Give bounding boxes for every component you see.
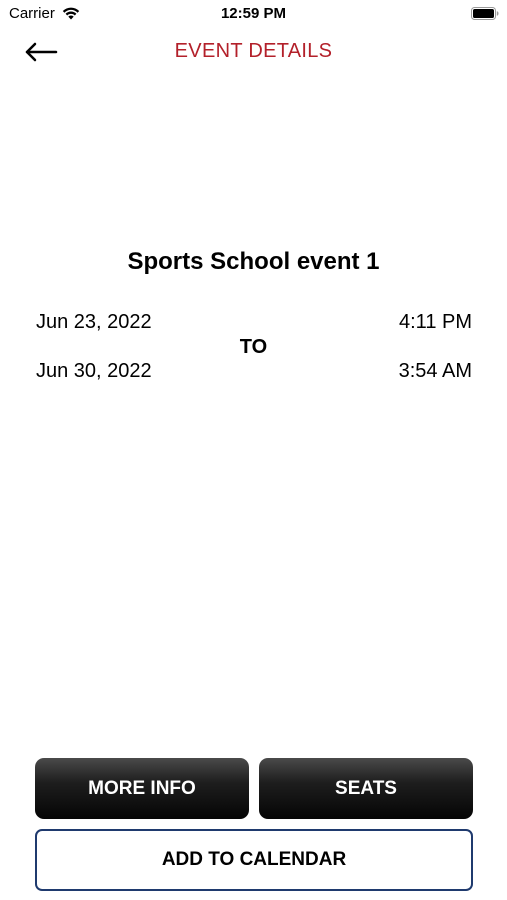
start-time: 4:11 PM [399, 311, 472, 333]
event-details-screen: Carrier 12:59 PM EVENT DETAILS Sports Sc… [0, 0, 507, 900]
page-title: EVENT DETAILS [174, 40, 333, 62]
event-title: Sports School event 1 [127, 248, 380, 275]
seats-button[interactable]: SEATS [259, 758, 473, 819]
add-to-calendar-button[interactable]: ADD TO CALENDAR [35, 829, 473, 891]
start-date: Jun 23, 2022 [36, 311, 152, 333]
end-time: 3:54 AM [398, 360, 472, 382]
more-info-button[interactable]: MORE INFO [35, 758, 249, 819]
status-time: 12:59 PM [220, 5, 287, 22]
date-range-separator: TO [239, 336, 268, 358]
battery-icon [471, 7, 499, 20]
end-date: Jun 30, 2022 [36, 360, 152, 382]
status-bar: Carrier 12:59 PM [0, 0, 507, 28]
